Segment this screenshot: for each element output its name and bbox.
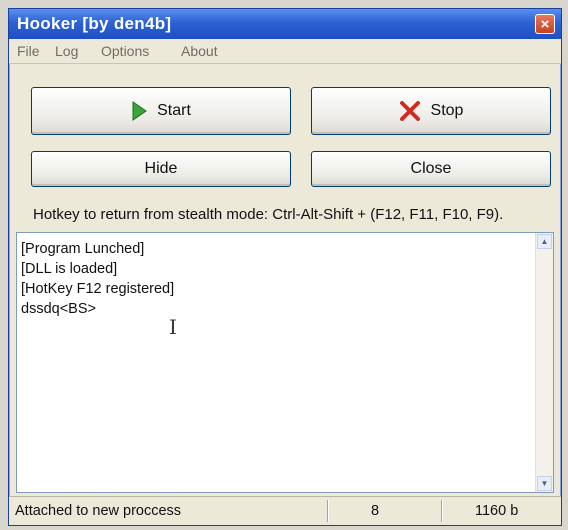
- menu-file[interactable]: File: [17, 43, 40, 59]
- close-label: Close: [410, 160, 452, 177]
- log-lines: [Program Lunched] [DLL is loaded] [HotKe…: [21, 239, 174, 319]
- scroll-down-icon[interactable]: ▼: [537, 476, 552, 491]
- title-bar[interactable]: Hooker [by den4b] ×: [9, 9, 561, 39]
- text-cursor-icon: I: [169, 315, 177, 339]
- menu-about[interactable]: About: [181, 43, 218, 59]
- window-close-button[interactable]: ×: [535, 14, 555, 34]
- status-message: Attached to new proccess: [15, 503, 182, 519]
- menu-log[interactable]: Log: [55, 43, 78, 59]
- log-scrollbar[interactable]: ▲ ▼: [535, 233, 553, 492]
- log-line: [Program Lunched]: [21, 241, 145, 257]
- stop-button[interactable]: Stop: [311, 87, 551, 135]
- status-bar: Attached to new proccess 8 1160 b: [9, 496, 561, 525]
- stop-label: Stop: [430, 102, 464, 119]
- close-icon: ×: [540, 15, 550, 33]
- hide-label: Hide: [144, 160, 178, 177]
- start-button[interactable]: Start: [31, 87, 291, 135]
- scroll-up-icon[interactable]: ▲: [537, 234, 552, 249]
- status-count: 8: [371, 503, 380, 519]
- menu-bar: File Log Options About: [9, 39, 561, 64]
- close-button[interactable]: Close: [311, 151, 551, 187]
- window-title: Hooker [by den4b]: [17, 14, 172, 33]
- status-divider: [441, 500, 442, 522]
- app-window: Hooker [by den4b] × File Log Options Abo…: [8, 8, 562, 526]
- play-icon: [131, 101, 147, 121]
- x-icon: [399, 101, 421, 121]
- start-label: Start: [157, 102, 191, 119]
- menu-options[interactable]: Options: [101, 43, 149, 59]
- hide-button[interactable]: Hide: [31, 151, 291, 187]
- hotkey-info: Hotkey to return from stealth mode: Ctrl…: [33, 206, 504, 223]
- status-size: 1160 b: [475, 503, 519, 519]
- log-line: [DLL is loaded]: [21, 261, 118, 277]
- log-line: [HotKey F12 registered]: [21, 281, 175, 297]
- log-line: dssdq<BS>: [21, 301, 96, 317]
- status-divider: [327, 500, 328, 522]
- log-textarea[interactable]: [Program Lunched] [DLL is loaded] [HotKe…: [16, 232, 554, 493]
